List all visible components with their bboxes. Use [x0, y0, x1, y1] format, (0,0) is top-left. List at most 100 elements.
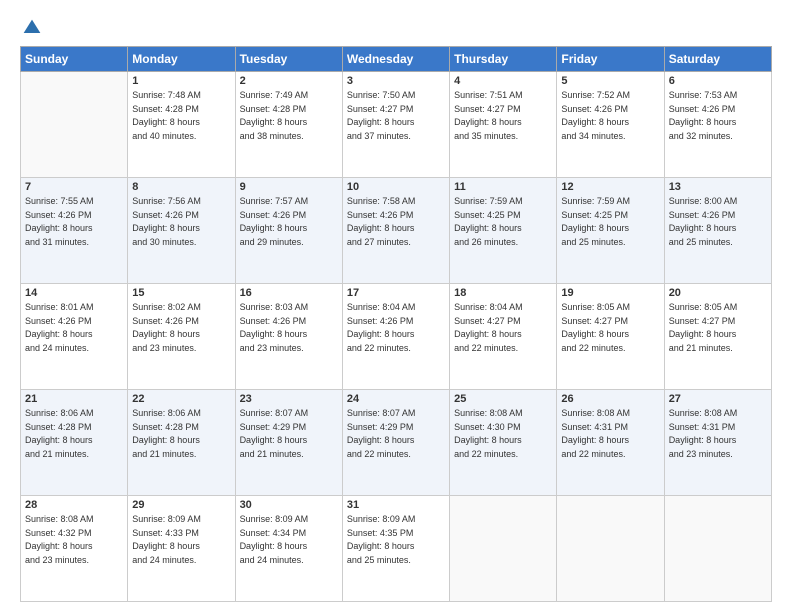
- daylight-text: Daylight: 8 hours: [25, 435, 93, 445]
- daylight-text: Daylight: 8 hours: [561, 223, 629, 233]
- calendar-cell: 31Sunrise: 8:09 AMSunset: 4:35 PMDayligh…: [342, 496, 449, 602]
- day-number: 16: [240, 287, 338, 299]
- calendar-cell: 2Sunrise: 7:49 AMSunset: 4:28 PMDaylight…: [235, 72, 342, 178]
- sunset-text: Sunset: 4:26 PM: [132, 210, 199, 220]
- sunrise-text: Sunrise: 8:07 AM: [347, 408, 416, 418]
- sunrise-text: Sunrise: 8:08 AM: [454, 408, 523, 418]
- calendar-cell: 25 Sunrise: 8:08 AM Sunset: 4:30 PM Dayligh…: [450, 390, 557, 496]
- sunrise-text: Sunrise: 8:04 AM: [454, 302, 523, 312]
- day-number: 23: [240, 393, 338, 405]
- calendar-cell: 12Sunrise: 7:59 AMSunset: 4:25 PMDayligh…: [557, 178, 664, 284]
- calendar-cell: 15Sunrise: 8:02 AMSunset: 4:26 PMDayligh…: [128, 284, 235, 390]
- daylight-text-2: and 25 minutes.: [347, 555, 411, 565]
- sunrise-text: Sunrise: 7:56 AM: [132, 196, 201, 206]
- calendar-cell: 27Sunrise: 8:08 AMSunset: 4:31 PMDayligh…: [664, 390, 771, 496]
- day-info: Sunrise: 7:59 AMSunset: 4:25 PMDaylight:…: [454, 195, 552, 249]
- calendar-cell: 19Sunrise: 8:05 AMSunset: 4:27 PMDayligh…: [557, 284, 664, 390]
- sunrise-text: Sunrise: 8:08 AM: [561, 408, 630, 418]
- week-row-1: 1Sunrise: 7:48 AMSunset: 4:28 PMDaylight…: [21, 72, 772, 178]
- daylight-text-2: and 31 minutes.: [25, 237, 89, 247]
- calendar-cell: 5 Sunrise: 7:52 AMSunset: 4:26 PMDaylight…: [557, 72, 664, 178]
- sunrise-text: Sunrise: 8:09 AM: [132, 514, 201, 524]
- daylight-text-2: and 40 minutes.: [132, 131, 196, 141]
- calendar-cell: 3Sunrise: 7:50 AMSunset: 4:27 PMDaylight…: [342, 72, 449, 178]
- daylight-text-2: and 24 minutes.: [25, 343, 89, 353]
- sunset-text: Sunset: 4:27 PM: [669, 316, 736, 326]
- calendar-cell: 17Sunrise: 8:04 AMSunset: 4:26 PMDayligh…: [342, 284, 449, 390]
- daylight-text-2: and 34 minutes.: [561, 131, 625, 141]
- sunrise-text: Sunrise: 8:01 AM: [25, 302, 94, 312]
- sunrise-text: Sunrise: 8:09 AM: [240, 514, 309, 524]
- daylight-text-2: and 21 minutes.: [132, 449, 196, 459]
- daylight-text: Daylight: 8 hours: [454, 435, 522, 445]
- calendar-cell: 23Sunrise: 8:07 AMSunset: 4:29 PMDayligh…: [235, 390, 342, 496]
- day-info: Sunrise: 8:05 AMSunset: 4:27 PMDaylight:…: [561, 301, 659, 355]
- daylight-text: Daylight: 8 hours: [132, 329, 200, 339]
- calendar-cell: 21Sunrise: 8:06 AMSunset: 4:28 PMDayligh…: [21, 390, 128, 496]
- sunset-text: Sunset: 4:31 PM: [561, 422, 628, 432]
- day-info: Sunrise: 8:07 AMSunset: 4:29 PMDaylight:…: [347, 407, 445, 461]
- day-info: Sunrise: 8:03 AMSunset: 4:26 PMDaylight:…: [240, 301, 338, 355]
- calendar-cell: 10Sunrise: 7:58 AMSunset: 4:26 PMDayligh…: [342, 178, 449, 284]
- daylight-text-2: and 22 minutes.: [561, 449, 625, 459]
- day-number: 8: [132, 181, 230, 193]
- day-info: Sunrise: 7:51 AMSunset: 4:27 PMDaylight:…: [454, 89, 552, 143]
- calendar-cell: 1Sunrise: 7:48 AMSunset: 4:28 PMDaylight…: [128, 72, 235, 178]
- sunrise-text: Sunrise: 8:08 AM: [25, 514, 94, 524]
- day-number: 25: [454, 393, 552, 405]
- daylight-text: Daylight: 8 hours: [132, 117, 200, 127]
- calendar-cell: 20Sunrise: 8:05 AMSunset: 4:27 PMDayligh…: [664, 284, 771, 390]
- day-info: Sunrise: 8:05 AMSunset: 4:27 PMDaylight:…: [669, 301, 767, 355]
- daylight-text-2: and 23 minutes.: [240, 343, 304, 353]
- daylight-text-2: and 29 minutes.: [240, 237, 304, 247]
- daylight-text-2: and 22 minutes.: [347, 343, 411, 353]
- sunrise-text: Sunrise: 8:03 AM: [240, 302, 309, 312]
- daylight-text: Daylight: 8 hours: [240, 541, 308, 551]
- day-info: Sunrise: 8:09 AMSunset: 4:33 PMDaylight:…: [132, 513, 230, 567]
- daylight-text-2: and 26 minutes.: [454, 237, 518, 247]
- day-number: 7: [25, 181, 123, 193]
- logo: [20, 18, 42, 38]
- sunrise-text: Sunrise: 8:00 AM: [669, 196, 738, 206]
- sunset-text: Sunset: 4:27 PM: [561, 316, 628, 326]
- daylight-text: Daylight: 8 hours: [669, 117, 737, 127]
- day-info: Sunrise: 8:08 AMSunset: 4:31 PMDaylight:…: [669, 407, 767, 461]
- sunset-text: Sunset: 4:25 PM: [454, 210, 521, 220]
- daylight-text: Daylight: 8 hours: [347, 541, 415, 551]
- sunrise-text: Sunrise: 8:05 AM: [669, 302, 738, 312]
- weekday-header-row: SundayMondayTuesdayWednesdayThursdayFrid…: [21, 47, 772, 72]
- daylight-text-2: and 27 minutes.: [347, 237, 411, 247]
- calendar-cell: 22Sunrise: 8:06 AMSunset: 4:28 PMDayligh…: [128, 390, 235, 496]
- calendar-cell: 7 Sunrise: 7:55 AMSunset: 4:26 PMDaylight…: [21, 178, 128, 284]
- day-number: 3: [347, 75, 445, 87]
- calendar-cell: 11Sunrise: 7:59 AMSunset: 4:25 PMDayligh…: [450, 178, 557, 284]
- day-info: Sunrise: 8:09 AM Sunset: 4:34 PM Daylight:…: [240, 513, 338, 567]
- daylight-text-2: and 32 minutes.: [669, 131, 733, 141]
- sunset-text: Sunset: 4:26 PM: [25, 210, 92, 220]
- day-number: 5: [561, 75, 659, 87]
- week-row-2: 7 Sunrise: 7:55 AMSunset: 4:26 PMDaylight…: [21, 178, 772, 284]
- calendar-cell: 6Sunrise: 7:53 AMSunset: 4:26 PMDaylight…: [664, 72, 771, 178]
- daylight-text-2: and 25 minutes.: [561, 237, 625, 247]
- sunrise-text: Sunrise: 7:48 AM: [132, 90, 201, 100]
- sunset-text: Sunset: 4:34 PM: [240, 528, 307, 538]
- sunset-text: Sunset: 4:31 PM: [669, 422, 736, 432]
- day-info: Sunrise: 7:57 AMSunset: 4:26 PMDaylight:…: [240, 195, 338, 249]
- week-row-3: 14Sunrise: 8:01 AMSunset: 4:26 PMDayligh…: [21, 284, 772, 390]
- daylight-text-2: and 37 minutes.: [347, 131, 411, 141]
- calendar-cell: [450, 496, 557, 602]
- day-info: Sunrise: 7:52 AMSunset: 4:26 PMDaylight:…: [561, 89, 659, 143]
- sunset-text: Sunset: 4:30 PM: [454, 422, 521, 432]
- sunrise-text: Sunrise: 8:09 AM: [347, 514, 416, 524]
- day-number: 22: [132, 393, 230, 405]
- day-number: 1: [132, 75, 230, 87]
- sunrise-text: Sunrise: 8:06 AM: [132, 408, 201, 418]
- daylight-text: Daylight: 8 hours: [240, 223, 308, 233]
- daylight-text-2: and 22 minutes.: [454, 343, 518, 353]
- day-info: Sunrise: 7:55 AMSunset: 4:26 PMDaylight:…: [25, 195, 123, 249]
- day-number: 10: [347, 181, 445, 193]
- sunset-text: Sunset: 4:26 PM: [669, 104, 736, 114]
- sunset-text: Sunset: 4:27 PM: [347, 104, 414, 114]
- day-info: Sunrise: 8:01 AMSunset: 4:26 PMDaylight:…: [25, 301, 123, 355]
- daylight-text-2: and 23 minutes.: [669, 449, 733, 459]
